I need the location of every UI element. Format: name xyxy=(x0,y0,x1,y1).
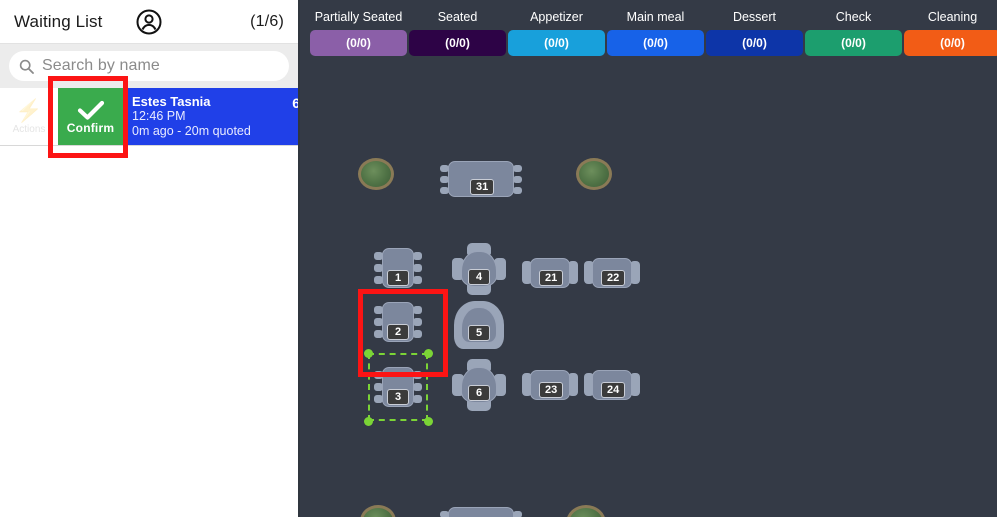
table-6[interactable]: 6 xyxy=(452,359,506,411)
sidebar-header: Waiting List (1/6) xyxy=(0,0,298,44)
chair-shape xyxy=(513,176,522,183)
floor-plan-panel: Partially Seated (0/0) Seated (0/0) Appetize… xyxy=(300,0,997,517)
swipe-actions-button[interactable]: ⚡ Actions xyxy=(0,88,58,145)
stage-count-pill[interactable]: (0/0) xyxy=(805,30,902,56)
search-placeholder-text: Search by name xyxy=(42,57,160,74)
stage-count-pill[interactable]: (0/0) xyxy=(904,30,997,56)
table-surface xyxy=(448,507,514,517)
table-number-badge: 4 xyxy=(468,269,490,285)
page-title: Waiting List xyxy=(14,11,103,31)
waiting-count: (1/6) xyxy=(250,12,284,30)
search-bar-container: Search by name xyxy=(0,44,298,88)
stage-appetizer[interactable]: Appetizer (0/0) xyxy=(508,2,605,62)
guest-quote-text: 0m ago - 20m quoted xyxy=(132,124,251,138)
chair-shape xyxy=(513,511,522,517)
floor-canvas[interactable]: 311421222536232432 xyxy=(300,62,997,517)
table-selection-box xyxy=(368,353,428,421)
user-circle-icon[interactable] xyxy=(136,9,162,35)
stage-seated[interactable]: Seated (0/0) xyxy=(409,2,506,62)
chair-shape xyxy=(413,318,422,326)
app-root: Partially Seated (0/0) Seated (0/0) Appetize… xyxy=(0,0,997,517)
guest-name: Estes Tasnia xyxy=(132,94,211,109)
table-24[interactable]: 24 xyxy=(584,370,640,400)
table-number-badge: 2 xyxy=(387,324,409,340)
selection-resize-handle[interactable] xyxy=(423,416,433,426)
search-input[interactable]: Search by name xyxy=(9,51,289,81)
table-number-badge: 5 xyxy=(468,325,490,341)
stage-check[interactable]: Check (0/0) xyxy=(805,2,902,62)
confirm-button[interactable]: Confirm xyxy=(58,88,123,145)
stage-count-pill[interactable]: (0/0) xyxy=(310,30,407,56)
stage-label: Partially Seated xyxy=(314,10,403,24)
list-item[interactable]: ⚡ Actions Confirm Estes Tasnia 12:46 PM xyxy=(0,88,298,146)
plant-decoration[interactable] xyxy=(576,158,612,190)
stage-label: Main meal xyxy=(626,10,685,24)
stage-label: Dessert xyxy=(732,10,777,24)
chair-shape xyxy=(413,252,422,260)
stage-partially-seated[interactable]: Partially Seated (0/0) xyxy=(310,2,407,62)
table-31[interactable]: 31 xyxy=(440,161,522,197)
table-1[interactable]: 1 xyxy=(374,248,422,288)
table-5[interactable]: 5 xyxy=(454,301,504,349)
stage-count-pill[interactable]: (0/0) xyxy=(706,30,803,56)
table-number-badge: 21 xyxy=(539,270,564,286)
waiting-list-sidebar: Waiting List (1/6) Search by name ⚡ Acti… xyxy=(0,0,300,517)
chair-shape xyxy=(413,276,422,284)
stage-label: Check xyxy=(835,10,872,24)
table-4[interactable]: 4 xyxy=(452,243,506,295)
actions-label: Actions xyxy=(12,123,46,135)
plant-decoration[interactable] xyxy=(358,158,394,190)
guest-entry[interactable]: Estes Tasnia 12:46 PM 0m ago - 20m quote… xyxy=(123,88,298,145)
stage-count-pill[interactable]: (0/0) xyxy=(607,30,704,56)
chair-shape xyxy=(413,330,422,338)
table-number-badge: 23 xyxy=(539,382,564,398)
confirm-label: Confirm xyxy=(66,120,115,135)
stage-label: Seated xyxy=(437,10,478,24)
party-size-badge: 6 xyxy=(292,95,298,111)
course-stage-bar: Partially Seated (0/0) Seated (0/0) Appetize… xyxy=(300,0,997,62)
stage-label: Cleaning xyxy=(927,10,978,24)
chair-shape xyxy=(413,306,422,314)
table-number-badge: 6 xyxy=(468,385,490,401)
table-23[interactable]: 23 xyxy=(522,370,578,400)
selection-resize-handle[interactable] xyxy=(363,348,373,358)
stage-count-pill[interactable]: (0/0) xyxy=(508,30,605,56)
stage-dessert[interactable]: Dessert (0/0) xyxy=(706,2,803,62)
waiting-list-body: ⚡ Actions Confirm Estes Tasnia 12:46 PM xyxy=(0,88,298,517)
guest-info: Estes Tasnia 12:46 PM 0m ago - 20m quote… xyxy=(132,94,251,139)
selection-resize-handle[interactable] xyxy=(423,348,433,358)
stage-cleaning[interactable]: Cleaning (0/0) xyxy=(904,2,997,62)
plant-decoration[interactable] xyxy=(360,505,396,517)
check-icon xyxy=(77,100,105,120)
lightning-bolt-icon: ⚡ xyxy=(15,97,43,123)
stage-label: Appetizer xyxy=(530,10,583,24)
table-2[interactable]: 2 xyxy=(374,302,422,342)
chair-shape xyxy=(513,187,522,194)
table-22[interactable]: 22 xyxy=(584,258,640,288)
guest-time: 12:46 PM xyxy=(132,109,186,123)
plant-decoration[interactable] xyxy=(566,505,606,517)
stage-count-pill[interactable]: (0/0) xyxy=(409,30,506,56)
table-32[interactable]: 32 xyxy=(440,507,522,517)
table-number-badge: 31 xyxy=(470,179,495,195)
search-icon xyxy=(19,59,34,74)
stage-main-meal[interactable]: Main meal (0/0) xyxy=(607,2,704,62)
table-number-badge: 24 xyxy=(601,382,626,398)
chair-shape xyxy=(513,165,522,172)
table-21[interactable]: 21 xyxy=(522,258,578,288)
chair-shape xyxy=(413,264,422,272)
table-number-badge: 22 xyxy=(601,270,626,286)
table-number-badge: 1 xyxy=(387,270,409,286)
selection-resize-handle[interactable] xyxy=(363,416,373,426)
